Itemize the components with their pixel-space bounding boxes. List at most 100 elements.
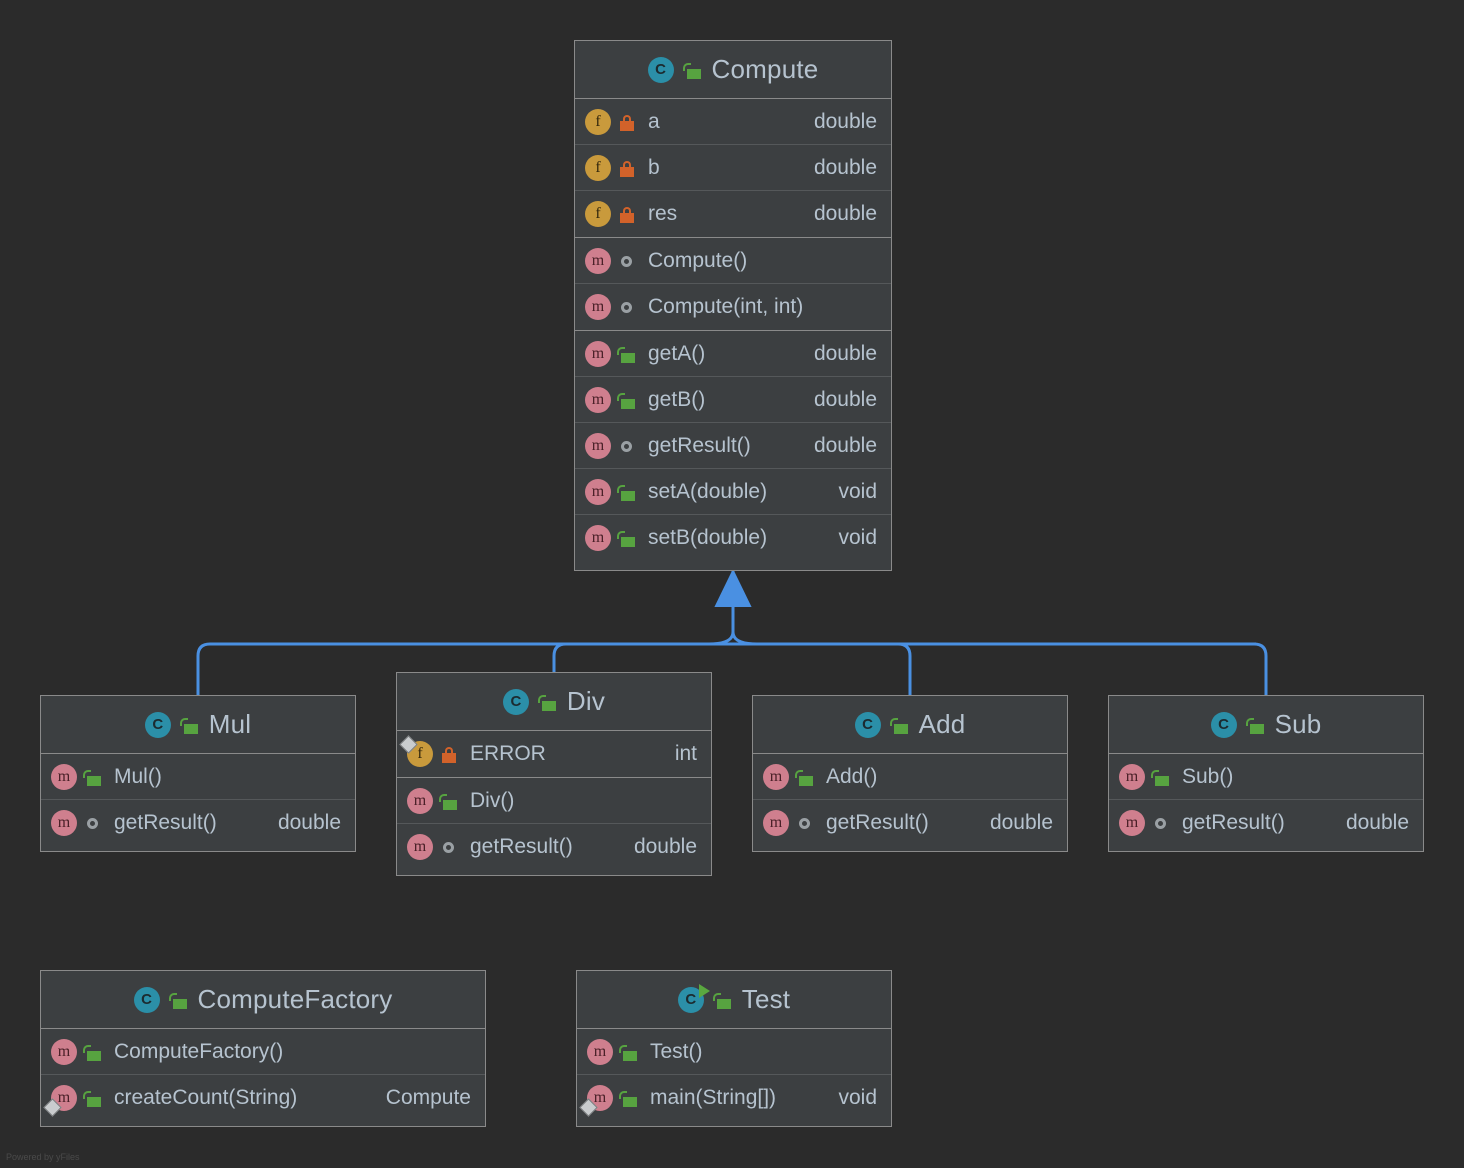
method-icon: m — [585, 525, 611, 551]
member-type-label: double — [989, 811, 1053, 834]
package-private-icon — [83, 813, 103, 833]
method-icon: m — [585, 432, 611, 459]
class-header-mul[interactable]: C Mul — [41, 696, 355, 754]
runnable-class-icon: C — [677, 983, 710, 1013]
method-icon: m — [407, 834, 433, 860]
class-node-add[interactable]: C Add m Add() m getResult() double — [752, 695, 1068, 852]
public-unlock-icon — [617, 482, 637, 502]
method-icon: m — [763, 763, 789, 790]
field-row[interactable]: f res double — [575, 191, 891, 237]
member-name-label: getResult() — [114, 811, 217, 834]
member-name-label: Compute() — [648, 248, 748, 272]
private-lock-icon — [439, 744, 459, 764]
private-lock-icon — [617, 112, 637, 132]
class-icon: C — [133, 986, 160, 1013]
class-name-label: Add — [918, 709, 966, 739]
class-header-sub[interactable]: C Sub — [1109, 696, 1423, 754]
member-name-label: ERROR — [470, 742, 546, 765]
class-node-mul[interactable]: C Mul m Mul() m getResult() double — [40, 695, 356, 852]
public-unlock-icon — [619, 1088, 639, 1108]
edge-branch-mul — [196, 642, 211, 695]
class-icon: C — [144, 711, 171, 738]
member-type-label: double — [813, 202, 877, 225]
member-type-label: Compute — [385, 1086, 471, 1109]
member-name-label: getB() — [648, 387, 706, 411]
class-name-label: Compute — [711, 54, 819, 84]
method-icon: m — [585, 478, 611, 505]
public-unlock-icon — [83, 1042, 103, 1062]
public-unlock-icon — [83, 1088, 103, 1108]
public-unlock-icon — [439, 791, 459, 811]
method-icon: m — [51, 763, 77, 790]
class-node-test[interactable]: C Test m Test() m main(String[]) void — [576, 970, 892, 1127]
method-row[interactable]: m getResult() double — [753, 800, 1067, 846]
member-type-label: double — [277, 811, 341, 834]
method-row[interactable]: m Compute() — [575, 238, 891, 284]
member-name-label: getResult() — [1182, 811, 1285, 834]
public-unlock-icon — [617, 528, 637, 548]
method-row[interactable]: m getResult() double — [397, 824, 711, 870]
static-method-icon: m — [587, 1085, 613, 1111]
method-row[interactable]: m Add() — [753, 754, 1067, 800]
member-name-label: Sub() — [1182, 764, 1234, 788]
method-row[interactable]: m getB() double — [575, 377, 891, 423]
method-row[interactable]: m getResult() double — [1109, 800, 1423, 846]
method-row[interactable]: m ComputeFactory() — [41, 1029, 485, 1075]
field-row[interactable]: f b double — [575, 145, 891, 191]
field-row[interactable]: f ERROR int — [397, 731, 711, 777]
method-row[interactable]: m setA(double) void — [575, 469, 891, 515]
class-node-div[interactable]: C Div f ERROR int m Div() m getResult() double — [396, 672, 712, 876]
method-icon: m — [51, 810, 77, 836]
method-row[interactable]: m Test() — [577, 1029, 891, 1075]
class-header-add[interactable]: C Add — [753, 696, 1067, 754]
method-row[interactable]: m getResult() double — [41, 800, 355, 846]
method-row[interactable]: m Div() — [397, 778, 711, 824]
class-node-computefactory[interactable]: C ComputeFactory m ComputeFactory() m createC… — [40, 970, 486, 1127]
class-header-div[interactable]: C Div — [397, 673, 711, 731]
public-unlock-icon — [1151, 767, 1171, 787]
class-header-test[interactable]: C Test — [577, 971, 891, 1029]
member-type-label: double — [813, 387, 877, 411]
member-name-label: Add() — [826, 764, 878, 788]
method-row[interactable]: m getResult() double — [575, 423, 891, 469]
static-field-icon: f — [407, 741, 433, 767]
public-unlock-icon — [795, 767, 815, 787]
method-row[interactable]: m Compute(int, int) — [575, 284, 891, 330]
method-row[interactable]: m Sub() — [1109, 754, 1423, 800]
method-row[interactable]: m Mul() — [41, 754, 355, 800]
class-node-sub[interactable]: C Sub m Sub() m getResult() double — [1108, 695, 1424, 852]
member-type-label: double — [813, 341, 877, 365]
public-unlock-icon — [1245, 715, 1266, 735]
method-icon: m — [585, 294, 611, 320]
method-icon: m — [587, 1038, 613, 1065]
member-name-label: setA(double) — [648, 479, 768, 503]
method-icon: m — [585, 386, 611, 413]
member-name-label: setB(double) — [648, 526, 768, 549]
method-row[interactable]: m main(String[]) void — [577, 1075, 891, 1121]
class-name-label: Mul — [208, 709, 252, 739]
field-row[interactable]: f a double — [575, 99, 891, 145]
method-row[interactable]: m createCount(String) Compute — [41, 1075, 485, 1121]
package-private-icon — [617, 436, 637, 456]
private-lock-icon — [617, 158, 637, 178]
member-name-label: main(String[]) — [650, 1086, 777, 1109]
class-header-computefactory[interactable]: C ComputeFactory — [41, 971, 485, 1029]
package-private-icon — [617, 251, 637, 271]
method-row[interactable]: m getA() double — [575, 331, 891, 377]
run-play-icon — [698, 983, 710, 998]
class-section-methods: m ComputeFactory() m createCount(String) Com… — [41, 1029, 485, 1121]
public-unlock-icon — [617, 344, 637, 364]
class-header-compute[interactable]: C Compute — [575, 41, 891, 99]
public-unlock-icon — [83, 767, 103, 787]
class-section-methods: m Add() m getResult() double — [753, 754, 1067, 846]
member-name-label: b — [648, 155, 660, 179]
class-section-methods: m getA() double m getB() double m getResult() do… — [575, 331, 891, 561]
class-icon: C — [502, 688, 529, 715]
method-row[interactable]: m setB(double) void — [575, 515, 891, 561]
class-icon: C — [1210, 711, 1237, 738]
class-section-methods: m Mul() m getResult() double — [41, 754, 355, 846]
class-node-compute[interactable]: C Compute f a double f b double f res double m Compu… — [574, 40, 892, 571]
field-icon: f — [585, 154, 611, 181]
edge-branch-sub — [1253, 642, 1268, 695]
package-private-icon — [1151, 813, 1171, 833]
